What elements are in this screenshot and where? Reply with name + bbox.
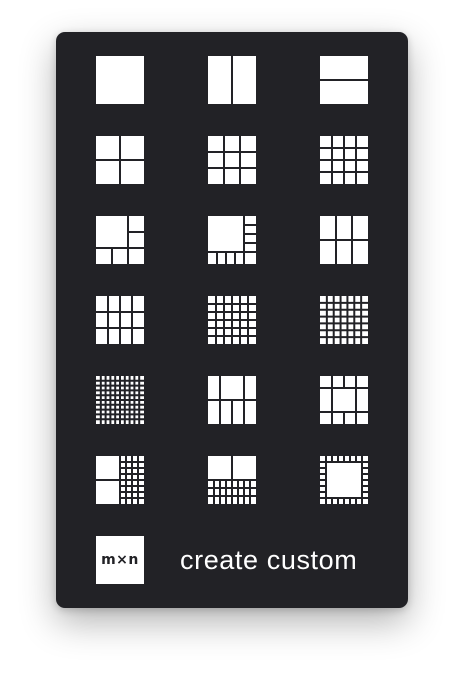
mxn-icon: m×n (96, 536, 144, 584)
layout-1x1-icon[interactable] (96, 56, 144, 104)
layout-5x5-icon[interactable] (208, 296, 256, 344)
layout-8x8-icon[interactable] (96, 376, 144, 424)
layout-center-2x2-with-sides-icon[interactable] (208, 376, 256, 424)
layout-2-rows-icon[interactable] (320, 56, 368, 104)
layout-4x3-icon[interactable] (96, 296, 144, 344)
layout-2-top-plus-small-grid-icon[interactable] (208, 456, 256, 504)
layout-large-left-plus-grid-icon[interactable] (96, 456, 144, 504)
layout-1-large-plus-5-icon[interactable] (96, 216, 144, 264)
create-custom-label: create custom (180, 544, 358, 575)
layout-grid (56, 32, 408, 512)
create-custom-button[interactable]: m×n create custom (96, 536, 376, 584)
layout-4x4-icon[interactable] (320, 136, 368, 184)
layout-center-large-with-border-icon[interactable] (320, 376, 368, 424)
layout-1-large-plus-7-icon[interactable] (208, 216, 256, 264)
layout-6x6-icon[interactable] (320, 296, 368, 344)
layout-3x3-icon[interactable] (208, 136, 256, 184)
layout-large-center-ring-icon[interactable] (320, 456, 368, 504)
layout-2-tall-plus-4-icon[interactable] (320, 216, 368, 264)
layout-2x2-icon[interactable] (96, 136, 144, 184)
layout-picker-panel: m×n create custom (56, 32, 408, 608)
layout-2-columns-icon[interactable] (208, 56, 256, 104)
